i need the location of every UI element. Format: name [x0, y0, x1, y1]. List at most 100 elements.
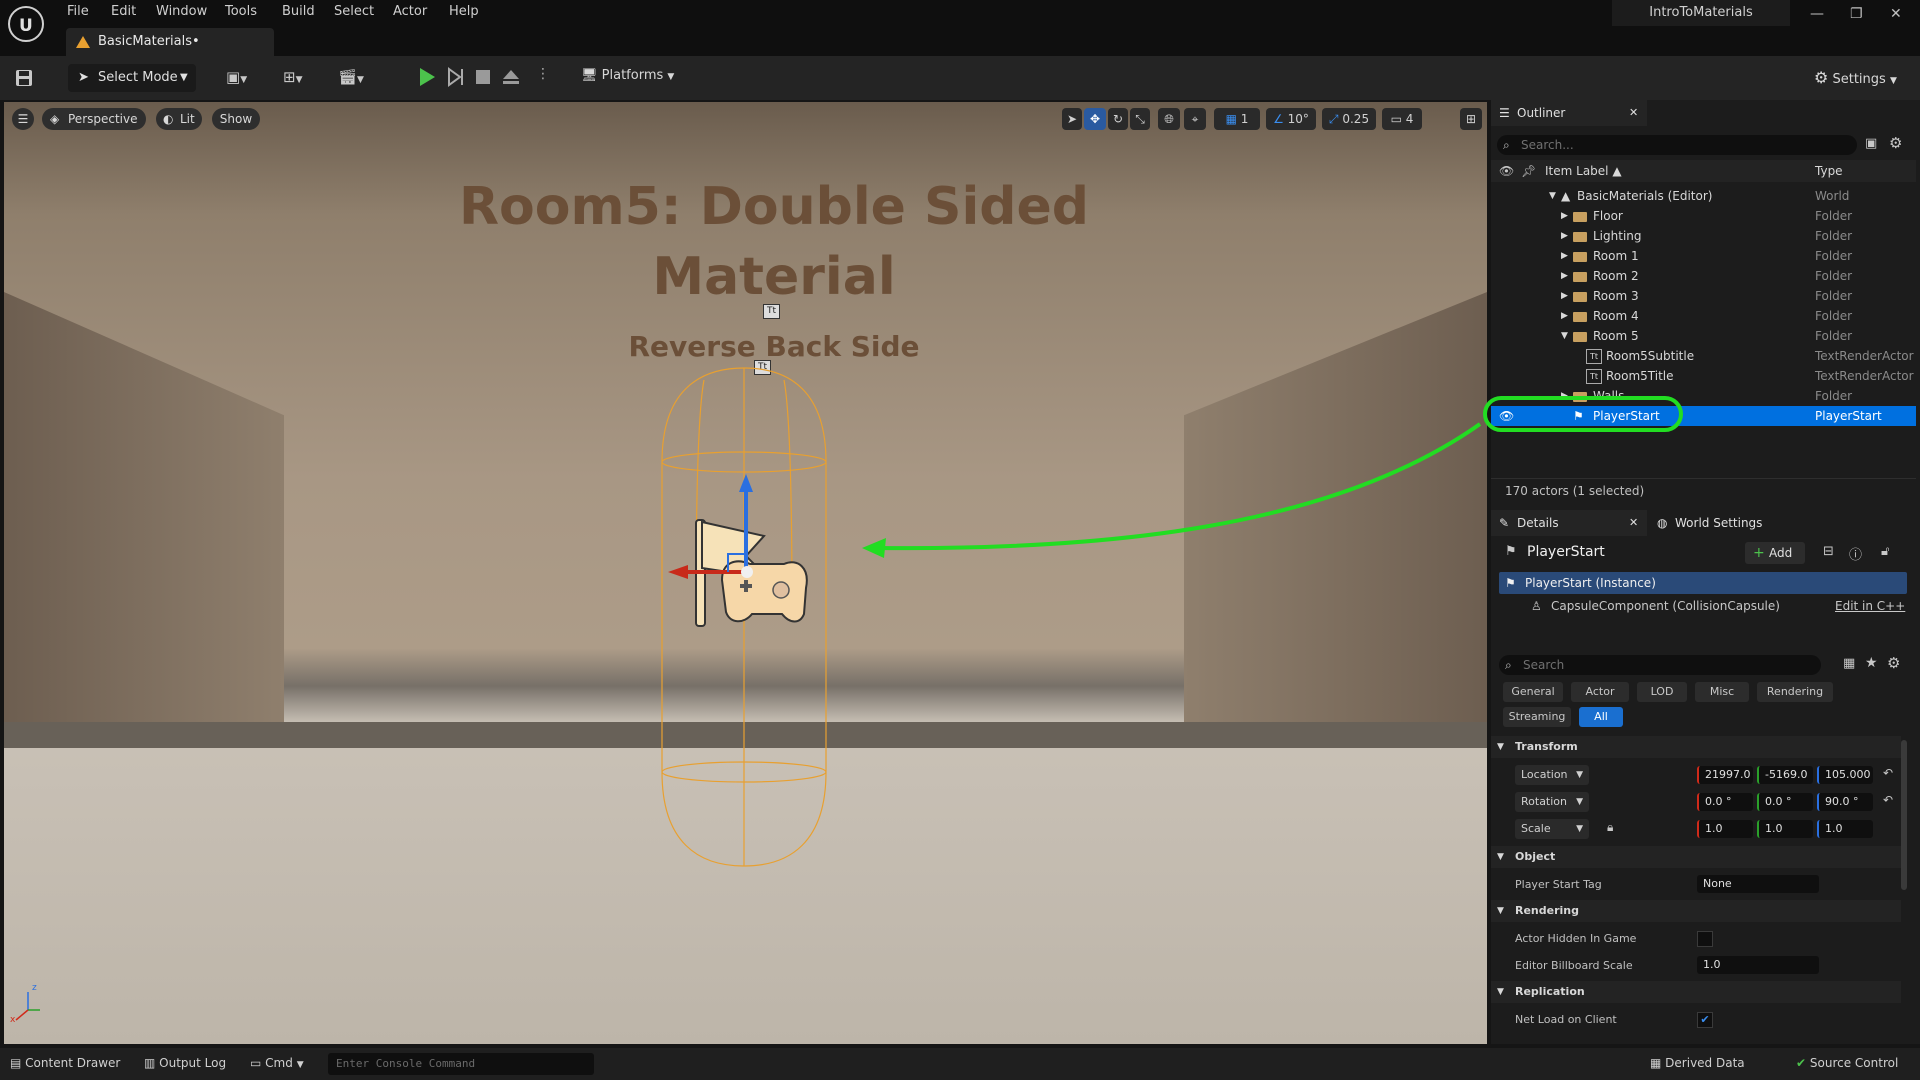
- cmd-dropdown[interactable]: ▭ Cmd ▼: [250, 1056, 304, 1070]
- tree-row-room5title[interactable]: Tt Room5Title TextRenderActor: [1491, 366, 1916, 386]
- item-label-header[interactable]: Item Label ▲: [1545, 160, 1622, 182]
- minimize-icon[interactable]: —: [1810, 6, 1824, 22]
- tree-row-room4[interactable]: ▶ Room 4 Folder: [1491, 306, 1916, 326]
- room-subtitle-text[interactable]: Reverse Back Side: [524, 330, 1024, 363]
- scale-tool-icon[interactable]: ⤡: [1130, 108, 1150, 130]
- menu-help[interactable]: Help: [449, 4, 479, 19]
- component-instance-row[interactable]: ⚑ PlayerStart (Instance): [1499, 572, 1907, 594]
- player-start-actor[interactable]: [644, 362, 844, 882]
- expand-arrow-icon[interactable]: ▶: [1561, 266, 1568, 286]
- outliner-search-input[interactable]: ⌕ Search...: [1497, 135, 1857, 155]
- player-start-tag-field[interactable]: None: [1697, 875, 1819, 893]
- blueprint-icon[interactable]: ⊟: [1823, 544, 1834, 559]
- translate-tool-icon[interactable]: ✥: [1084, 108, 1106, 130]
- restore-icon[interactable]: ❐: [1850, 6, 1863, 22]
- transform-section-header[interactable]: ▼ Transform: [1491, 736, 1901, 758]
- location-y-field[interactable]: -5169.0: [1757, 766, 1813, 784]
- tree-row-room3[interactable]: ▶ Room 3 Folder: [1491, 286, 1916, 306]
- menu-window[interactable]: Window: [156, 4, 207, 19]
- tree-row-floor[interactable]: ▶ Floor Folder: [1491, 206, 1916, 226]
- type-header[interactable]: Type: [1815, 160, 1843, 182]
- add-actor-icon[interactable]: ▣▼: [226, 68, 266, 88]
- rotation-y-field[interactable]: 0.0 °: [1757, 793, 1813, 811]
- scale-snap-button[interactable]: ⤢ 0.25: [1322, 108, 1376, 130]
- rotate-tool-icon[interactable]: ↻: [1108, 108, 1128, 130]
- lock-icon[interactable]: 🔓︎: [1881, 544, 1889, 559]
- stop-icon[interactable]: [475, 69, 491, 89]
- scrollbar[interactable]: [1901, 740, 1907, 890]
- rotation-z-field[interactable]: 90.0 °: [1817, 793, 1873, 811]
- gear-icon[interactable]: ⚙: [1887, 654, 1900, 672]
- menu-select[interactable]: Select: [334, 4, 374, 19]
- settings-button[interactable]: ⚙ Settings ▼: [1814, 68, 1897, 88]
- room-title-text[interactable]: Room5: Double Sided Material: [384, 172, 1164, 312]
- category-lod[interactable]: LOD: [1637, 682, 1687, 702]
- expand-arrow-icon[interactable]: ▼: [1561, 326, 1568, 346]
- scale-y-field[interactable]: 1.0: [1757, 820, 1813, 838]
- location-x-field[interactable]: 21997.0: [1697, 766, 1753, 784]
- surface-snap-icon[interactable]: ⌖: [1184, 108, 1206, 130]
- help-icon[interactable]: ⓘ: [1849, 544, 1862, 563]
- object-section-header[interactable]: ▼ Object: [1491, 846, 1901, 868]
- step-forward-icon[interactable]: [447, 67, 465, 91]
- close-icon[interactable]: ✕: [1629, 100, 1638, 126]
- expand-arrow-icon[interactable]: ▶: [1561, 246, 1568, 266]
- menu-tools[interactable]: Tools: [225, 4, 257, 19]
- menu-file[interactable]: File: [67, 4, 89, 19]
- lock-icon[interactable]: 🔒︎: [1607, 820, 1613, 835]
- star-icon[interactable]: ★: [1865, 655, 1878, 671]
- text-render-icon[interactable]: Tt: [763, 304, 780, 319]
- expand-arrow-icon[interactable]: ▼: [1549, 186, 1556, 206]
- select-tool-icon[interactable]: ➤: [1062, 108, 1082, 130]
- table-view-icon[interactable]: ▦: [1843, 656, 1855, 671]
- expand-arrow-icon[interactable]: ▶: [1561, 306, 1568, 326]
- category-general[interactable]: General: [1503, 682, 1563, 702]
- cinematics-icon[interactable]: 🎬︎▼: [338, 68, 378, 88]
- billboard-scale-field[interactable]: 1.0: [1697, 956, 1819, 974]
- unreal-logo-icon[interactable]: U: [8, 6, 44, 42]
- category-streaming[interactable]: Streaming: [1503, 707, 1571, 727]
- content-drawer-button[interactable]: ▤ Content Drawer: [10, 1056, 120, 1070]
- rotation-snap-button[interactable]: ∠ 10°: [1266, 108, 1316, 130]
- rotation-dropdown[interactable]: Rotation ▼: [1515, 792, 1589, 812]
- component-capsule-row[interactable]: ♙ CapsuleComponent (CollisionCapsule) Ed…: [1499, 596, 1907, 616]
- outliner-tab[interactable]: ☰ Outliner ✕: [1491, 100, 1647, 126]
- menu-actor[interactable]: Actor: [393, 4, 427, 19]
- level-viewport[interactable]: Room5: Double Sided Material Tt Reverse …: [4, 102, 1487, 1044]
- grid-snap-button[interactable]: ▦ 1: [1214, 108, 1260, 130]
- gear-icon[interactable]: ⚙: [1889, 134, 1902, 152]
- scale-dropdown[interactable]: Scale ▼: [1515, 819, 1589, 839]
- world-settings-tab[interactable]: ◍ World Settings: [1651, 510, 1781, 536]
- tree-row-room1[interactable]: ▶ Room 1 Folder: [1491, 246, 1916, 266]
- blueprint-icon[interactable]: ⊞▼: [283, 68, 323, 88]
- output-log-button[interactable]: ▥ Output Log: [144, 1056, 226, 1070]
- tree-row-lighting[interactable]: ▶ Lighting Folder: [1491, 226, 1916, 246]
- eject-icon[interactable]: [502, 68, 520, 90]
- viewport-layout-icon[interactable]: ⊞: [1460, 108, 1482, 130]
- viewport-menu-icon[interactable]: ☰: [12, 108, 34, 130]
- rendering-section-header[interactable]: ▼ Rendering: [1491, 900, 1901, 922]
- play-icon[interactable]: [418, 67, 436, 91]
- add-component-button[interactable]: + Add: [1745, 542, 1805, 564]
- location-dropdown[interactable]: Location ▼: [1515, 765, 1589, 785]
- source-control-button[interactable]: ✔ Source Control: [1796, 1056, 1898, 1070]
- net-load-checkbox[interactable]: ✔: [1697, 1012, 1713, 1028]
- reset-icon[interactable]: ↶: [1883, 793, 1893, 807]
- location-z-field[interactable]: 105.000: [1817, 766, 1873, 784]
- more-options-icon[interactable]: ⋮: [536, 66, 550, 82]
- scale-x-field[interactable]: 1.0: [1697, 820, 1753, 838]
- actor-hidden-checkbox[interactable]: [1697, 931, 1713, 947]
- lit-button[interactable]: ◐ Lit: [156, 108, 202, 130]
- menu-build[interactable]: Build: [282, 4, 315, 19]
- category-all[interactable]: All: [1579, 707, 1623, 727]
- rotation-x-field[interactable]: 0.0 °: [1697, 793, 1753, 811]
- tree-row-room2[interactable]: ▶ Room 2 Folder: [1491, 266, 1916, 286]
- edit-cpp-link[interactable]: Edit in C++: [1835, 596, 1905, 616]
- expand-arrow-icon[interactable]: ▶: [1561, 206, 1568, 226]
- perspective-button[interactable]: ◈ Perspective: [42, 108, 146, 130]
- menu-edit[interactable]: Edit: [111, 4, 136, 19]
- expand-arrow-icon[interactable]: ▶: [1561, 286, 1568, 306]
- save-icon[interactable]: [14, 68, 34, 92]
- console-input[interactable]: Enter Console Command: [328, 1053, 594, 1075]
- reset-icon[interactable]: ↶: [1883, 766, 1893, 780]
